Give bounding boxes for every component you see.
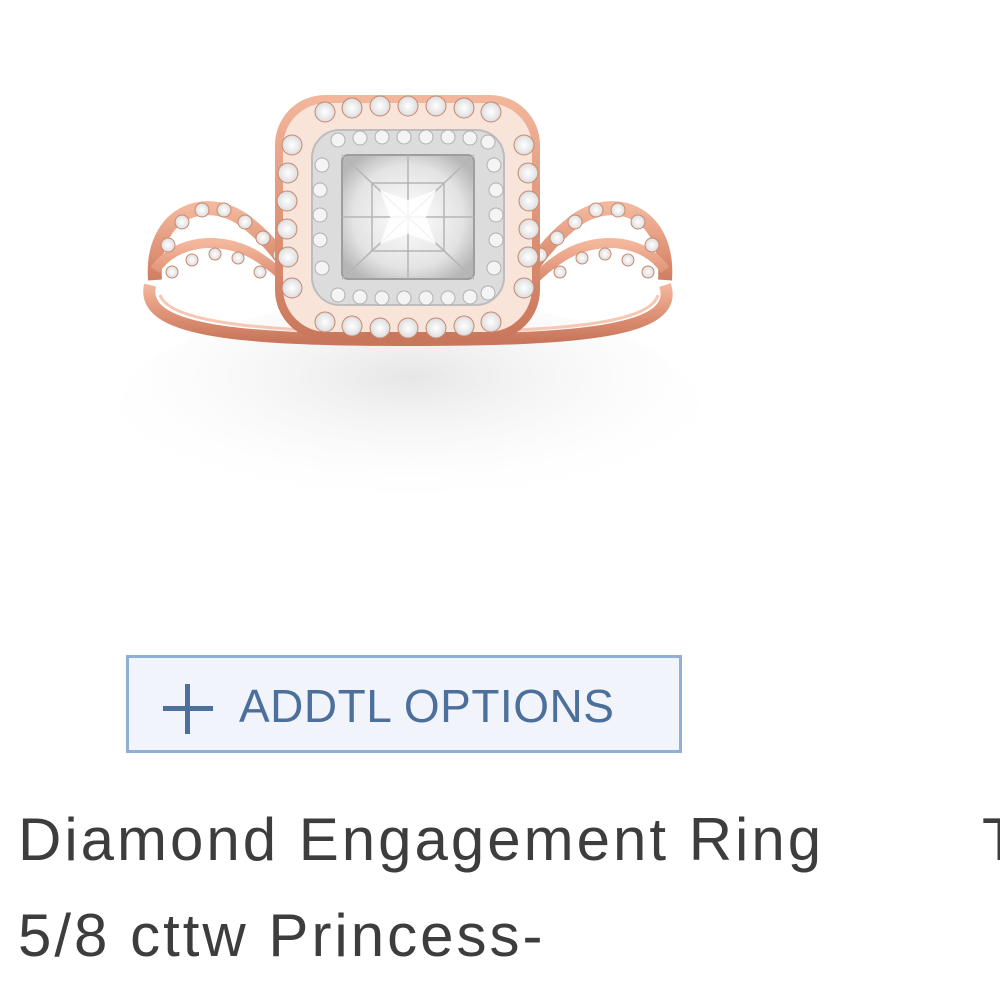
additional-options-button[interactable]: ADDTL OPTIONS xyxy=(126,655,682,753)
product-image[interactable] xyxy=(80,40,732,542)
product-title[interactable]: Diamond Engagement Ring 5/8 cttw Princes… xyxy=(18,792,838,984)
ring-illustration xyxy=(120,95,700,520)
next-product-title[interactable]: T xyxy=(982,792,1000,888)
options-button-label: ADDTL OPTIONS xyxy=(239,680,615,732)
plus-icon xyxy=(163,684,213,734)
product-grid: ADDTL OPTIONS Diamond Engagement Ring 5/… xyxy=(0,0,1000,1000)
